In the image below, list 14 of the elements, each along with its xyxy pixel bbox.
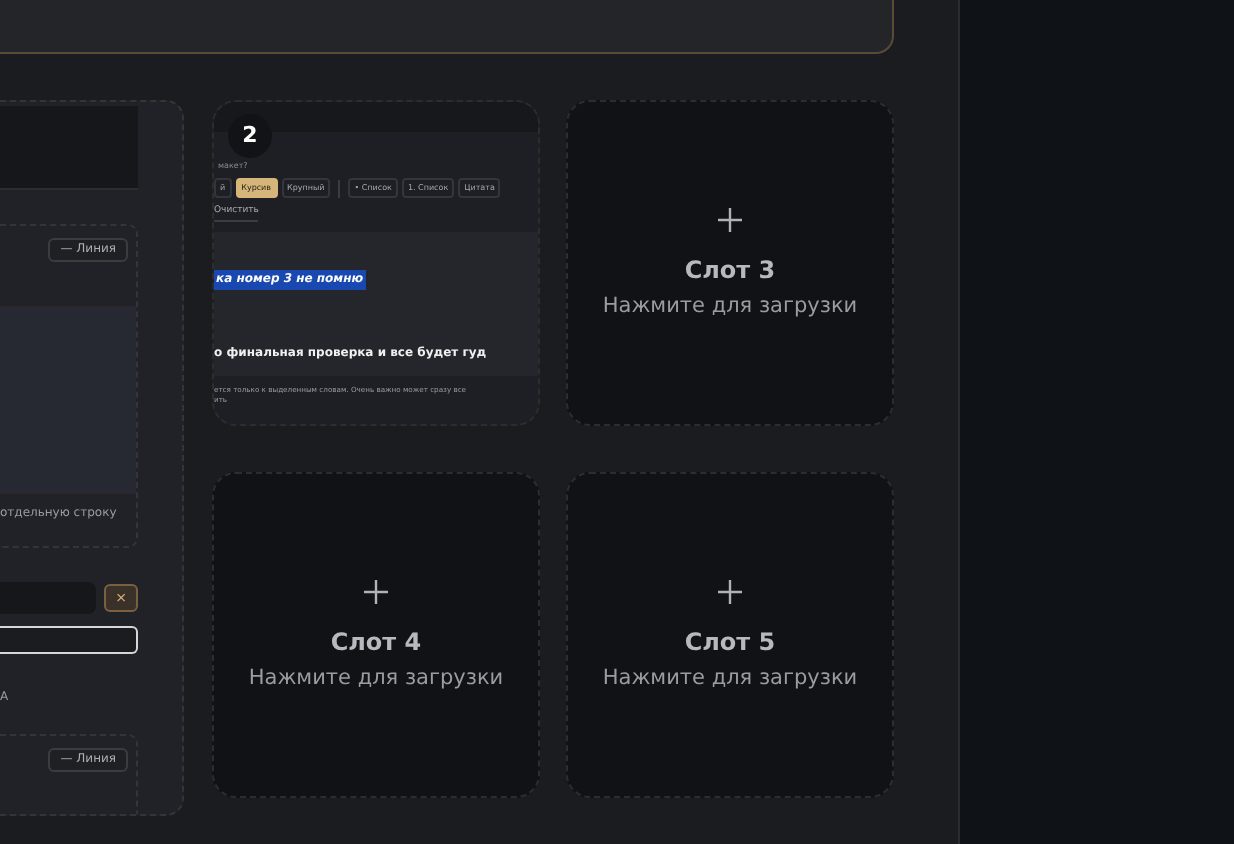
plus-icon xyxy=(718,207,742,231)
slot-number: 2 xyxy=(228,114,272,158)
slot-hint: Нажмите для загрузки xyxy=(248,665,504,691)
slot-hint: Нажмите для загрузки xyxy=(602,293,858,319)
slot-hint: Нажмите для загрузки xyxy=(602,665,858,691)
plus-icon xyxy=(364,579,388,603)
slot-title: Слот 3 xyxy=(684,255,776,284)
upload-slot[interactable]: Слот 4 Нажмите для загрузки xyxy=(212,472,540,798)
slot-title: Слот 5 xyxy=(684,627,776,656)
upload-slot[interactable]: Слот 5 Нажмите для загрузки xyxy=(566,472,894,798)
input-field[interactable] xyxy=(0,626,138,654)
plus-icon xyxy=(718,579,742,603)
slot-title: Слот 4 xyxy=(330,627,422,656)
upload-slot[interactable]: Слот 3 Нажмите для загрузки xyxy=(566,100,894,426)
